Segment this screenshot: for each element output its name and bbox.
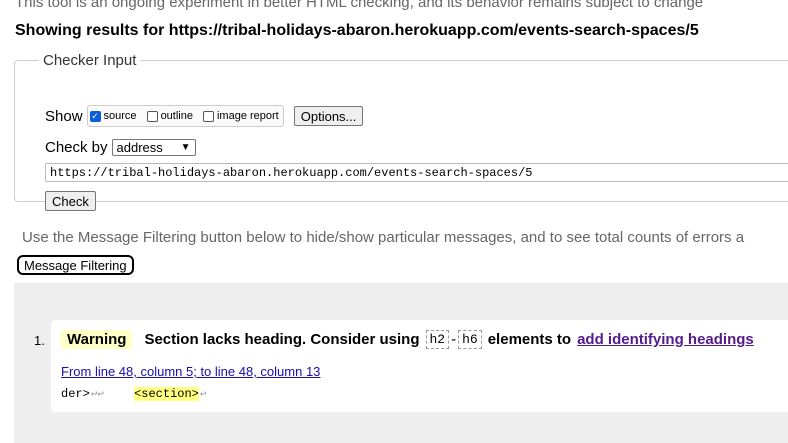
extract-prefix: der> (61, 387, 90, 401)
url-input[interactable]: https://tribal-holidays-abaron.herokuapp… (45, 163, 788, 182)
show-image-report-option[interactable]: image report (202, 110, 279, 122)
check-by-value: address (116, 140, 163, 155)
show-label: Show (45, 107, 83, 125)
source-label: source (103, 110, 137, 122)
code-dash: - (451, 331, 457, 348)
message-text-after: elements to (487, 331, 572, 348)
check-button[interactable]: Check (45, 191, 96, 211)
code-h2: h2 (425, 330, 450, 349)
return-icon: ↩ (199, 389, 207, 401)
intro-note: This tool is an ongoing experiment in be… (15, 0, 704, 11)
message-item: Warning Section lacks heading. Consider … (51, 320, 788, 412)
return-icon: ↩↩ (90, 389, 105, 401)
show-outline-option[interactable]: outline (146, 110, 193, 122)
identifying-headings-link[interactable]: add identifying headings (577, 331, 754, 348)
show-options-group: ✓ source outline image report (86, 105, 284, 127)
image-report-label: image report (216, 110, 279, 122)
check-by-row: Check by address ▼ (45, 139, 196, 156)
checker-input-fieldset: Checker Input Show ✓ source outline imag… (14, 52, 788, 211)
source-extract: der> ↩↩ <section> ↩ (61, 387, 207, 401)
outline-checkbox[interactable] (146, 110, 158, 122)
results-heading: Showing results for https://tribal-holid… (15, 22, 699, 39)
message-location-link[interactable]: From line 48, column 5; to line 48, colu… (61, 364, 320, 379)
extract-highlight: <section> (134, 387, 199, 401)
message-summary: Warning Section lacks heading. Consider … (61, 330, 754, 349)
check-by-select[interactable]: address ▼ (111, 139, 196, 156)
message-text: Section lacks heading. Consider using (144, 331, 420, 348)
source-checkbox[interactable]: ✓ (89, 110, 101, 122)
options-button[interactable]: Options... (293, 106, 364, 126)
filter-note: Use the Message Filtering button below t… (22, 229, 745, 246)
outline-label: outline (160, 110, 193, 122)
show-row: Show ✓ source outline image report Optio… (45, 105, 364, 127)
warning-badge: Warning (61, 330, 133, 349)
checker-input-legend: Checker Input (43, 52, 137, 69)
image-report-checkbox[interactable] (202, 110, 214, 122)
message-number: 1. (34, 333, 45, 348)
show-source-option[interactable]: ✓ source (89, 110, 137, 122)
code-h6: h6 (458, 330, 482, 349)
message-filtering-button[interactable]: Message Filtering (17, 255, 134, 275)
check-by-label: Check by (45, 139, 108, 156)
chevron-down-icon: ▼ (180, 142, 191, 153)
results-panel: 1. Warning Section lacks heading. Consid… (14, 283, 788, 443)
